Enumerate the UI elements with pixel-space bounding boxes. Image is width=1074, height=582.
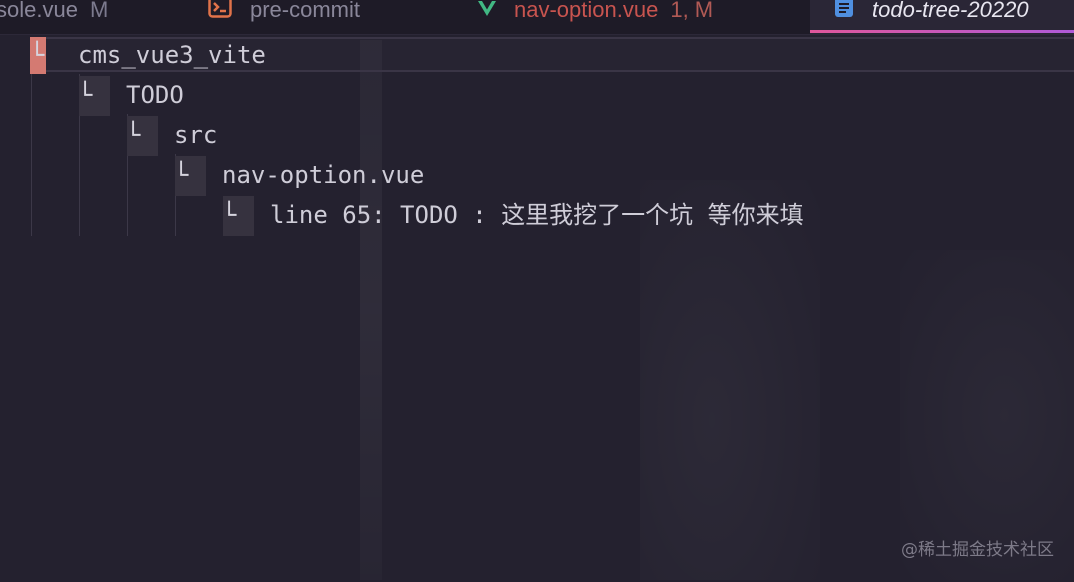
- editor-tab-bar: sole.vue M pre-commit nav-option.vue 1, …: [0, 0, 1074, 35]
- tab-label: nav-option.vue: [514, 0, 659, 22]
- workspace-name: cms_vue3_vite: [78, 41, 266, 69]
- file-name: nav-option.vue: [222, 161, 425, 189]
- folder-name: src: [174, 121, 218, 149]
- tab-label: pre-commit: [250, 0, 361, 22]
- tree-branch-glyph: └: [30, 41, 45, 69]
- tab-label: sole.vue: [0, 0, 78, 22]
- tree-branch-glyph: └: [126, 121, 141, 149]
- active-tab-indicator: [810, 30, 1074, 33]
- tab-pre-commit[interactable]: pre-commit: [208, 0, 360, 34]
- vue-icon: [478, 0, 496, 23]
- tree-entry-line[interactable]: └ line 65: TODO : 这里我挖了一个坑 等你来填: [222, 195, 804, 235]
- tab-nav-option-vue[interactable]: nav-option.vue 1, M: [478, 0, 713, 34]
- tag-name: TODO: [126, 81, 184, 109]
- indent-guide: [31, 74, 32, 236]
- modified-badge: M: [89, 0, 109, 22]
- tab-console-vue[interactable]: sole.vue M: [0, 0, 108, 34]
- tree-file-line[interactable]: └ nav-option.vue: [174, 155, 424, 195]
- tab-label: todo-tree-20220: [872, 0, 1029, 22]
- problem-badge: 1, M: [670, 0, 714, 22]
- terminal-icon: [208, 0, 232, 24]
- todo-entry: line 65: TODO : 这里我挖了一个坑 等你来填: [270, 201, 804, 229]
- tree-category-line[interactable]: └ TODO: [78, 75, 184, 115]
- tree-branch-glyph: └: [222, 201, 237, 229]
- tree-branch-glyph: └: [78, 81, 93, 109]
- tab-todo-tree[interactable]: todo-tree-20220: [810, 0, 1074, 34]
- document-icon: [834, 0, 854, 24]
- tree-root-line[interactable]: └ cms_vue3_vite: [30, 35, 266, 75]
- tree-folder-line[interactable]: └ src: [126, 115, 217, 155]
- watermark: @稀土掘金技术社区: [901, 540, 1054, 560]
- tree-branch-glyph: └: [174, 161, 189, 189]
- editor-area[interactable]: └ cms_vue3_vite └ TODO └ src └ nav-option.vu…: [0, 34, 1074, 582]
